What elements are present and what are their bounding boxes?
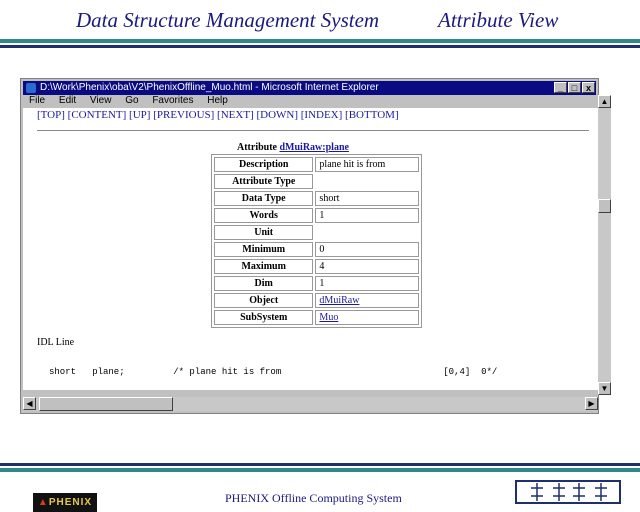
caption-prefix: Attribute <box>237 142 280 153</box>
idl-line: short plane; /* plane hit is from [0,4] … <box>49 367 498 377</box>
table-row: Dim 1 <box>214 276 419 291</box>
attr-key: Words <box>214 208 314 223</box>
table-row: Data Type short <box>214 191 419 206</box>
attr-key: Dim <box>214 276 314 291</box>
menu-bar: File Edit View Go Favorites Help <box>23 95 596 107</box>
logo-text: PHENIX <box>48 497 93 508</box>
attr-value: 4 <box>315 259 419 274</box>
attr-value-object-link[interactable]: dMuiRaw <box>315 293 419 308</box>
attr-value: 0 <box>315 242 419 257</box>
menu-go[interactable]: Go <box>125 95 138 106</box>
maximize-button[interactable]: □ <box>568 82 581 93</box>
header-divider-bottom <box>0 45 640 48</box>
table-row: SubSystem Muo <box>214 310 419 325</box>
attr-key: Maximum <box>214 259 314 274</box>
table-row: Object dMuiRaw <box>214 293 419 308</box>
attr-value <box>315 225 419 240</box>
slide-subtitle: Attribute View <box>438 8 559 32</box>
attr-key: SubSystem <box>214 310 314 325</box>
attr-value: 1 <box>315 276 419 291</box>
window-titlebar[interactable]: D:\Work\Phenix\oba\V2\PhenixOffline_Muo.… <box>23 81 596 95</box>
menu-help[interactable]: Help <box>207 95 228 106</box>
window-buttons: _ □ x <box>554 82 595 94</box>
header-divider-top <box>0 39 640 43</box>
idl-label: IDL Line <box>37 337 75 348</box>
footer-divider-bottom <box>0 468 640 472</box>
attr-key: Object <box>214 293 314 308</box>
attribute-caption: Attribute dMuiRaw:plane <box>237 142 349 153</box>
menu-view[interactable]: View <box>90 95 112 106</box>
close-button[interactable]: x <box>582 82 595 93</box>
attr-value <box>315 174 419 189</box>
table-row: Attribute Type <box>214 174 419 189</box>
phenix-logo: ▲PHENIX <box>33 493 97 512</box>
attr-value: 1 <box>315 208 419 223</box>
table-row: Words 1 <box>214 208 419 223</box>
menu-edit[interactable]: Edit <box>59 95 76 106</box>
table-row: Maximum 4 <box>214 259 419 274</box>
attribute-link[interactable]: dMuiRaw:plane <box>280 142 349 153</box>
detector-icon <box>531 483 607 501</box>
attr-key: Minimum <box>214 242 314 257</box>
menu-favorites[interactable]: Favorites <box>152 95 193 106</box>
window-title: D:\Work\Phenix\oba\V2\PhenixOffline_Muo.… <box>40 82 379 93</box>
browser-window: D:\Work\Phenix\oba\V2\PhenixOffline_Muo.… <box>20 78 611 414</box>
attr-key: Data Type <box>214 191 314 206</box>
page-content: [TOP] [CONTENT] [UP] [PREVIOUS] [NEXT] [… <box>23 108 598 390</box>
attr-key: Attribute Type <box>214 174 314 189</box>
vertical-scrollbar[interactable]: ▲ ▼ <box>598 95 611 395</box>
horizontal-scrollbar[interactable]: ◀ ▶ <box>23 397 598 411</box>
attr-value: plane hit is from <box>315 157 419 172</box>
nav-divider <box>37 130 589 131</box>
table-row: Unit <box>214 225 419 240</box>
nav-links[interactable]: [TOP] [CONTENT] [UP] [PREVIOUS] [NEXT] [… <box>37 109 399 121</box>
footer-divider-top <box>0 463 640 466</box>
attr-key: Description <box>214 157 314 172</box>
attr-value-subsystem-link[interactable]: Muo <box>315 310 419 325</box>
scroll-down-button[interactable]: ▼ <box>598 382 611 395</box>
scroll-right-button[interactable]: ▶ <box>585 397 598 410</box>
scroll-thumb-horizontal[interactable] <box>39 397 173 411</box>
attr-value: short <box>315 191 419 206</box>
footer-text: PHENIX Offline Computing System <box>225 491 402 505</box>
slide-title: Data Structure Management System <box>76 8 380 32</box>
scroll-left-button[interactable]: ◀ <box>23 397 36 410</box>
minimize-button[interactable]: _ <box>554 82 567 93</box>
attribute-table: Description plane hit is from Attribute T… <box>211 154 422 328</box>
menu-file[interactable]: File <box>29 95 45 106</box>
scroll-thumb-vertical[interactable] <box>598 199 611 213</box>
scroll-up-button[interactable]: ▲ <box>598 95 611 108</box>
ie-icon <box>26 83 36 93</box>
table-row: Minimum 0 <box>214 242 419 257</box>
detector-diagram-icon <box>515 480 621 504</box>
attr-key: Unit <box>214 225 314 240</box>
table-row: Description plane hit is from <box>214 157 419 172</box>
